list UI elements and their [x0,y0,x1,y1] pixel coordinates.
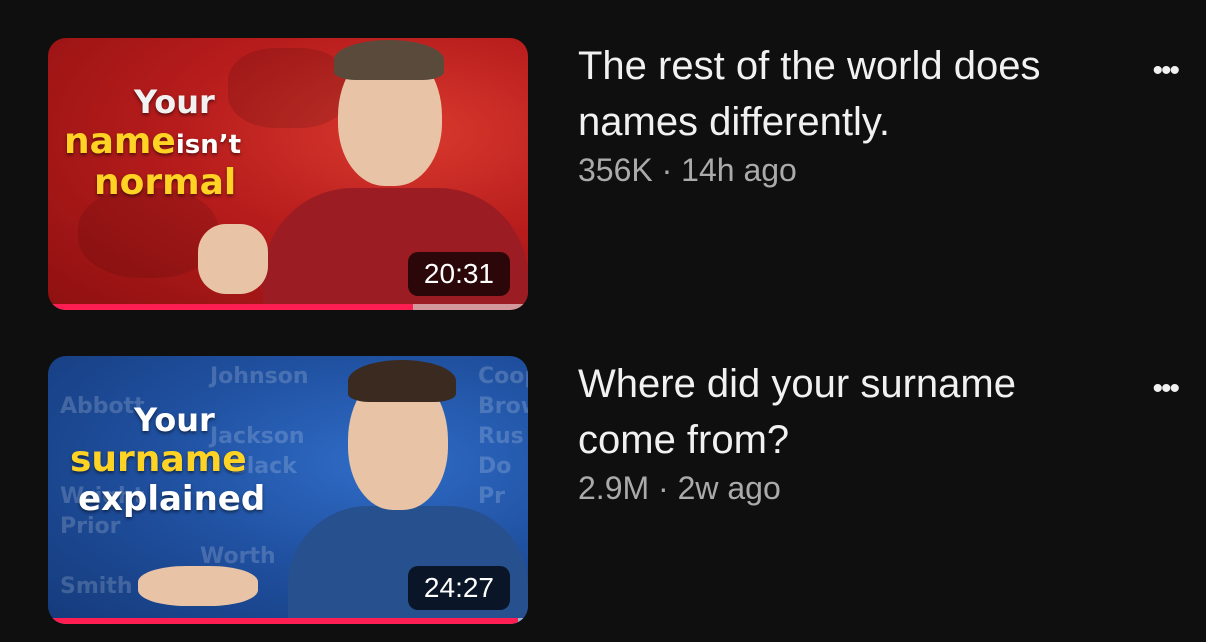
bg-word: Brown [478,394,528,419]
watch-progress-fill [48,618,519,624]
video-thumbnail[interactable]: Johnson Abbott Jackson Black Wright Prio… [48,356,528,624]
thumbs-up-hand [198,224,268,294]
more-options-button[interactable]: ••• [1152,372,1179,406]
duration-badge: 20:31 [407,252,510,296]
more-horizontal-icon: ••• [1152,372,1179,405]
thumbnail-caption: Your name isn’t normal [64,84,314,204]
presenter-hair [334,40,444,80]
video-info[interactable]: The rest of the world does names differe… [578,38,1138,188]
thumbnail-caption: Your surname explained [64,402,314,519]
meta-separator: · [658,470,669,506]
caption-line: explained [78,479,266,520]
video-meta: 356K · 14h ago [578,152,1138,188]
caption-line: isn’t [175,129,242,160]
bg-word: Johnson [210,364,309,389]
video-title[interactable]: The rest of the world does names differe… [578,38,1088,150]
caption-line: surname [70,438,247,480]
more-options-button[interactable]: ••• [1152,54,1179,88]
video-list-item[interactable]: Johnson Abbott Jackson Black Wright Prio… [0,356,1206,636]
background-surnames-right: Cooper Brown Rus Do Pr [478,362,528,512]
view-count: 356K [578,152,653,188]
bg-word: Rus [478,424,524,449]
duration-badge: 24:27 [407,566,510,610]
caption-line: name [64,120,176,162]
watch-progress-bar [48,304,528,310]
video-title[interactable]: Where did your surname come from? [578,356,1118,468]
caption-line: Your [134,83,215,121]
upload-age: 2w ago [677,470,781,506]
caption-line: normal [94,162,237,204]
open-palm-hand [138,566,258,606]
video-info[interactable]: Where did your surname come from? 2.9M ·… [578,356,1138,506]
presenter-hair [348,360,456,402]
watch-progress-fill [48,304,413,310]
meta-separator: · [661,152,673,188]
bg-word: Pr [478,484,505,509]
upload-age: 14h ago [681,152,797,188]
watch-progress-bar [48,618,528,624]
video-list-item[interactable]: Your name isn’t normal 20:31 The rest of… [0,38,1206,318]
caption-line: Your [134,401,215,439]
view-count: 2.9M [578,470,650,506]
video-thumbnail[interactable]: Your name isn’t normal 20:31 [48,38,528,310]
bg-word: Cooper [478,364,528,389]
bg-word: Do [478,454,512,479]
video-meta: 2.9M · 2w ago [578,470,1138,506]
more-horizontal-icon: ••• [1152,54,1179,87]
